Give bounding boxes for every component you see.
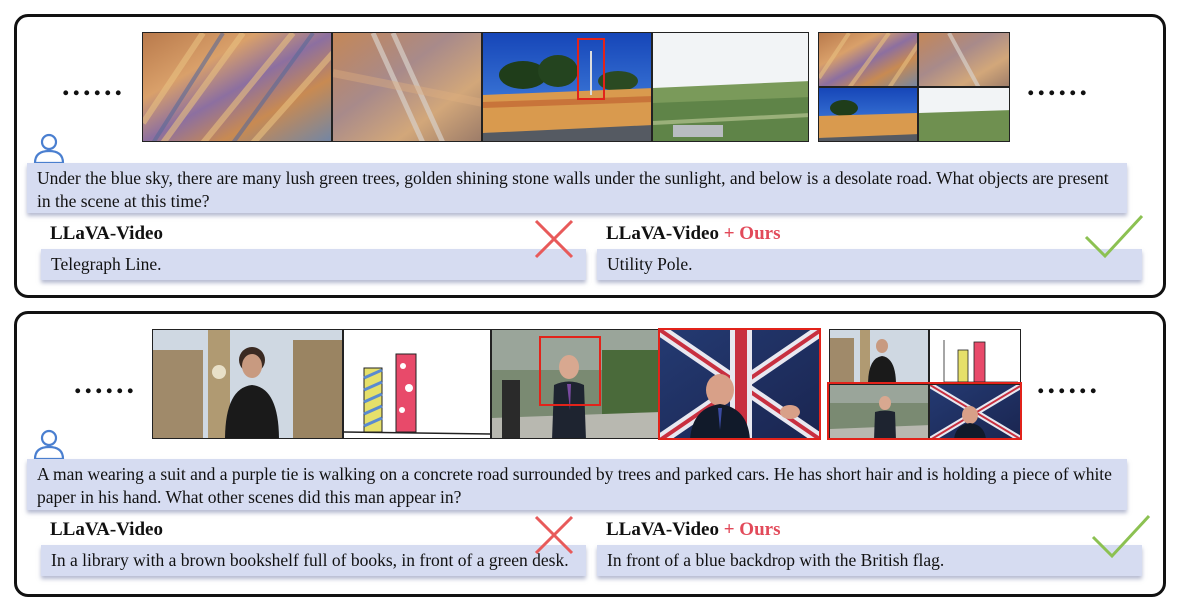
ellipsis-left-2: ...... <box>74 367 137 400</box>
ellipsis-right-2: ...... <box>1037 367 1100 400</box>
ellipsis-right-1: ...... <box>1027 69 1090 102</box>
baseline-model-label-1: LLaVA-Video <box>50 223 163 244</box>
ours-answer-box-2: In front of a blue backdrop with the Bri… <box>597 545 1142 576</box>
question-box-2: A man wearing a suit and a purple tie is… <box>27 459 1127 510</box>
highlight-box-man <box>539 336 601 406</box>
baseline-answer-box-1: Telegraph Line. <box>41 249 586 280</box>
user-icon <box>33 429 65 461</box>
ours-model-label-1: LLaVA-Video + Ours <box>606 223 781 244</box>
question-box-1: Under the blue sky, there are many lush … <box>27 163 1127 213</box>
compressed-frame-rock-2 <box>918 32 1010 87</box>
user-icon <box>33 133 65 165</box>
video-frame-roadside <box>482 32 652 142</box>
highlight-box-compressed <box>827 382 1022 440</box>
correct-check-icon <box>1084 214 1144 259</box>
highlight-box-flag-frame <box>658 328 821 440</box>
compressed-frame-roadside <box>818 87 918 142</box>
ellipsis-left-1: ...... <box>62 69 125 102</box>
ours-model-label-2: LLaVA-Video + Ours <box>606 519 781 540</box>
correct-check-icon <box>1091 514 1151 559</box>
wrong-cross-icon <box>534 515 574 555</box>
video-frame-rock-1 <box>142 32 332 142</box>
compressed-frame-rock-1 <box>818 32 918 87</box>
wrong-cross-icon <box>534 219 574 259</box>
ours-answer-box-1: Utility Pole. <box>597 249 1142 280</box>
compressed-frame-aerial <box>918 87 1010 142</box>
video-frame-aerial <box>652 32 809 142</box>
highlight-box-pole <box>577 38 605 100</box>
compressed-frame-drawing <box>929 329 1021 384</box>
video-frame-parliament <box>152 329 343 439</box>
baseline-answer-box-2: In a library with a brown bookshelf full… <box>41 545 586 576</box>
baseline-model-label-2: LLaVA-Video <box>50 519 163 540</box>
compressed-frame-parliament <box>829 329 929 384</box>
video-frame-rock-2 <box>332 32 482 142</box>
video-frame-drawing <box>343 329 491 439</box>
